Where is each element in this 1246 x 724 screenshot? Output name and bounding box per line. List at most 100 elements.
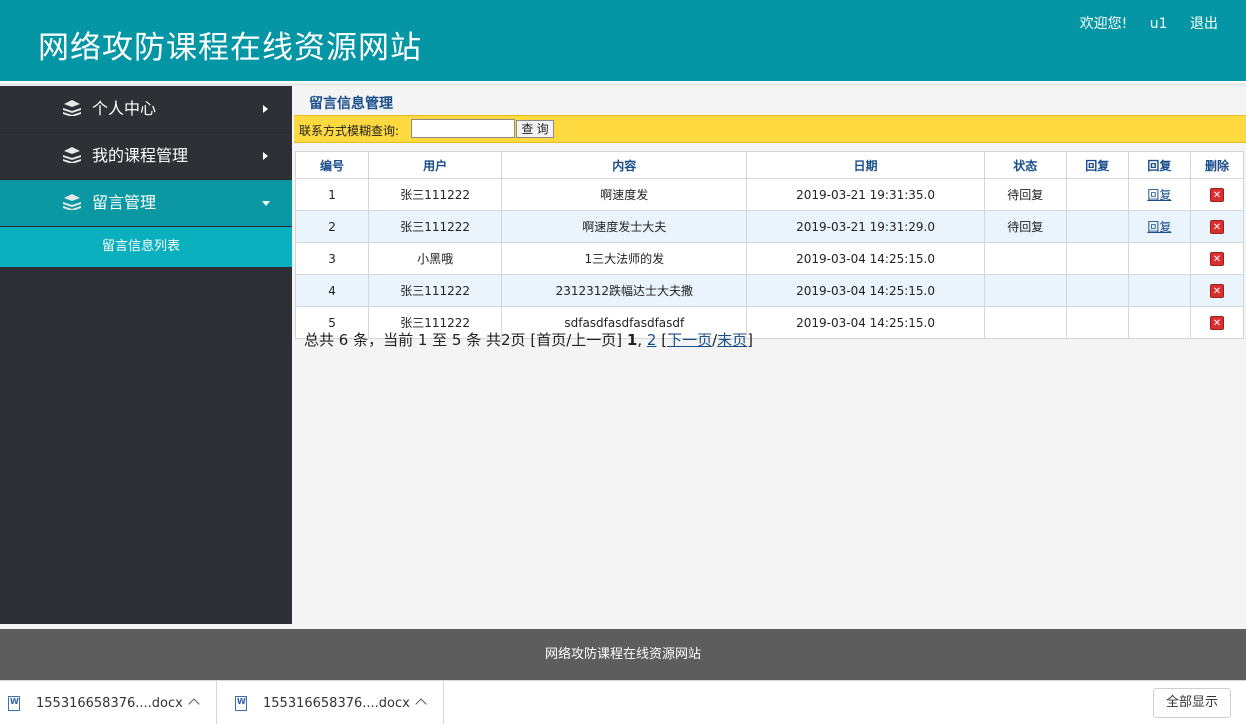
column-header-content: 内容 [501,151,748,179]
cell-delete: ✕ [1189,306,1245,339]
user-bar: 欢迎您! u1 退出 [1080,13,1218,33]
cell-user: 小黑哦 [368,242,503,275]
download-item[interactable]: 155316658376....docx [227,681,444,724]
page-separator: , [637,331,643,349]
current-page: 1 [626,331,638,349]
submenu-item-message-list[interactable]: 留言信息列表 [0,227,292,267]
cell-user: 张三111222 [368,274,503,307]
table-row: 3 小黑哦 1三大法师的发 2019-03-04 14:25:15.0 ✕ [294,242,1245,275]
download-filename: 155316658376....docx [263,696,410,711]
cell-content: 啊速度发 [501,178,748,211]
column-header-user: 用户 [368,151,503,179]
chevron-right-icon [263,105,268,113]
cell-id: 1 [294,178,370,211]
sidebar-item-label: 个人中心 [92,99,157,118]
search-label: 联系方式模糊查询: [299,124,400,138]
sidebar: 个人中心 我的课程管理 留言管理 留言信息列表 [0,86,292,624]
chevron-right-icon [263,152,268,160]
page-2-link[interactable]: 2 [647,331,657,349]
search-bar: 联系方式模糊查询: 查 询 [294,115,1246,143]
page-title: 留言信息管理 [309,96,393,112]
pagination: 总共 6 条，当前 1 至 5 条 共2页 [首页/上一页] 1, 2 [下一页… [304,329,753,350]
cell-reply-action [1127,242,1191,275]
cell-delete: ✕ [1189,210,1245,243]
cell-id: 2 [294,210,370,243]
cell-date: 2019-03-04 14:25:15.0 [746,274,985,307]
download-item[interactable]: 155316658376....docx [0,681,217,724]
pagination-first-prev: [首页/上一页] [530,331,623,349]
cell-reply-action: 回复 [1127,178,1191,211]
column-header-reply-action: 回复 [1127,151,1191,179]
logout-link[interactable]: 退出 [1190,16,1218,32]
chevron-up-icon[interactable] [188,698,200,710]
sidebar-item-personal-center[interactable]: 个人中心 [0,86,292,133]
last-page-link[interactable]: 末页 [717,331,747,349]
delete-icon[interactable]: ✕ [1209,252,1224,266]
column-header-id: 编号 [294,151,370,179]
delete-icon[interactable]: ✕ [1209,316,1224,330]
sidebar-item-message-management[interactable]: 留言管理 [0,180,292,227]
cell-reply-text [1065,178,1129,211]
delete-icon[interactable]: ✕ [1209,220,1224,234]
download-filename: 155316658376....docx [36,696,183,711]
cell-date: 2019-03-21 19:31:29.0 [746,210,985,243]
username: u1 [1149,16,1168,32]
sidebar-item-my-courses[interactable]: 我的课程管理 [0,133,292,180]
cell-content: 1三大法师的发 [501,242,748,275]
cell-id: 3 [294,242,370,275]
word-file-icon [235,696,247,711]
bracket-close: ] [747,331,754,349]
sidebar-item-label: 留言管理 [92,193,157,212]
site-header: 网络攻防课程在线资源网站 欢迎您! u1 退出 [0,0,1246,81]
cell-reply-text [1065,306,1129,339]
cell-date: 2019-03-04 14:25:15.0 [746,306,985,339]
show-all-button[interactable]: 全部显示 [1153,688,1231,718]
column-header-reply-content: 回复 [1065,151,1129,179]
reply-link[interactable]: 回复 [1147,220,1171,234]
cell-status: 待回复 [983,210,1067,243]
contact-search-input[interactable] [411,119,515,138]
sidebar-item-label: 我的课程管理 [92,146,189,165]
cell-status [983,306,1067,339]
chevron-up-icon[interactable] [415,698,427,710]
cell-date: 2019-03-04 14:25:15.0 [746,242,985,275]
table-row: 2 张三111222 啊速度发士大夫 2019-03-21 19:31:29.0… [294,210,1245,243]
cell-delete: ✕ [1189,274,1245,307]
cell-reply-text [1065,242,1129,275]
table-header-row: 编号 用户 内容 日期 状态 回复 回复 删除 [294,151,1245,179]
welcome-text: 欢迎您! [1079,16,1128,32]
cell-date: 2019-03-21 19:31:35.0 [746,178,985,211]
column-header-date: 日期 [746,151,985,179]
delete-icon[interactable]: ✕ [1209,284,1224,298]
cell-user: 张三111222 [368,210,503,243]
cell-reply-action [1127,274,1191,307]
delete-icon[interactable]: ✕ [1209,188,1224,202]
pagination-summary: 总共 6 条，当前 1 至 5 条 共2页 [304,331,526,349]
download-bar: 155316658376....docx 155316658376....doc… [0,680,1246,724]
cell-delete: ✕ [1189,242,1245,275]
reply-link[interactable]: 回复 [1147,188,1171,202]
site-footer: 网络攻防课程在线资源网站 [0,629,1246,680]
site-title: 网络攻防课程在线资源网站 [38,30,422,66]
search-button[interactable]: 查 询 [516,120,554,138]
stack-icon [63,100,81,116]
cell-user: 张三111222 [368,178,503,211]
cell-reply-action: 回复 [1127,210,1191,243]
cell-status [983,242,1067,275]
next-page-link[interactable]: 下一页 [667,331,712,349]
message-table: 编号 用户 内容 日期 状态 回复 回复 删除 1 张三111222 啊速度发 … [294,151,1245,339]
cell-id: 4 [294,274,370,307]
column-header-status: 状态 [983,151,1067,179]
word-file-icon [8,696,20,711]
chevron-down-icon [262,201,270,206]
cell-content: 2312312跌幅达士大夫撒 [501,274,748,307]
cell-content: 啊速度发士大夫 [501,210,748,243]
cell-reply-text [1065,210,1129,243]
cell-delete: ✕ [1189,178,1245,211]
cell-status [983,274,1067,307]
stack-icon [63,194,81,210]
table-row: 4 张三111222 2312312跌幅达士大夫撒 2019-03-04 14:… [294,274,1245,307]
table-row: 1 张三111222 啊速度发 2019-03-21 19:31:35.0 待回… [294,178,1245,211]
cell-status: 待回复 [983,178,1067,211]
column-header-delete: 删除 [1189,151,1245,179]
